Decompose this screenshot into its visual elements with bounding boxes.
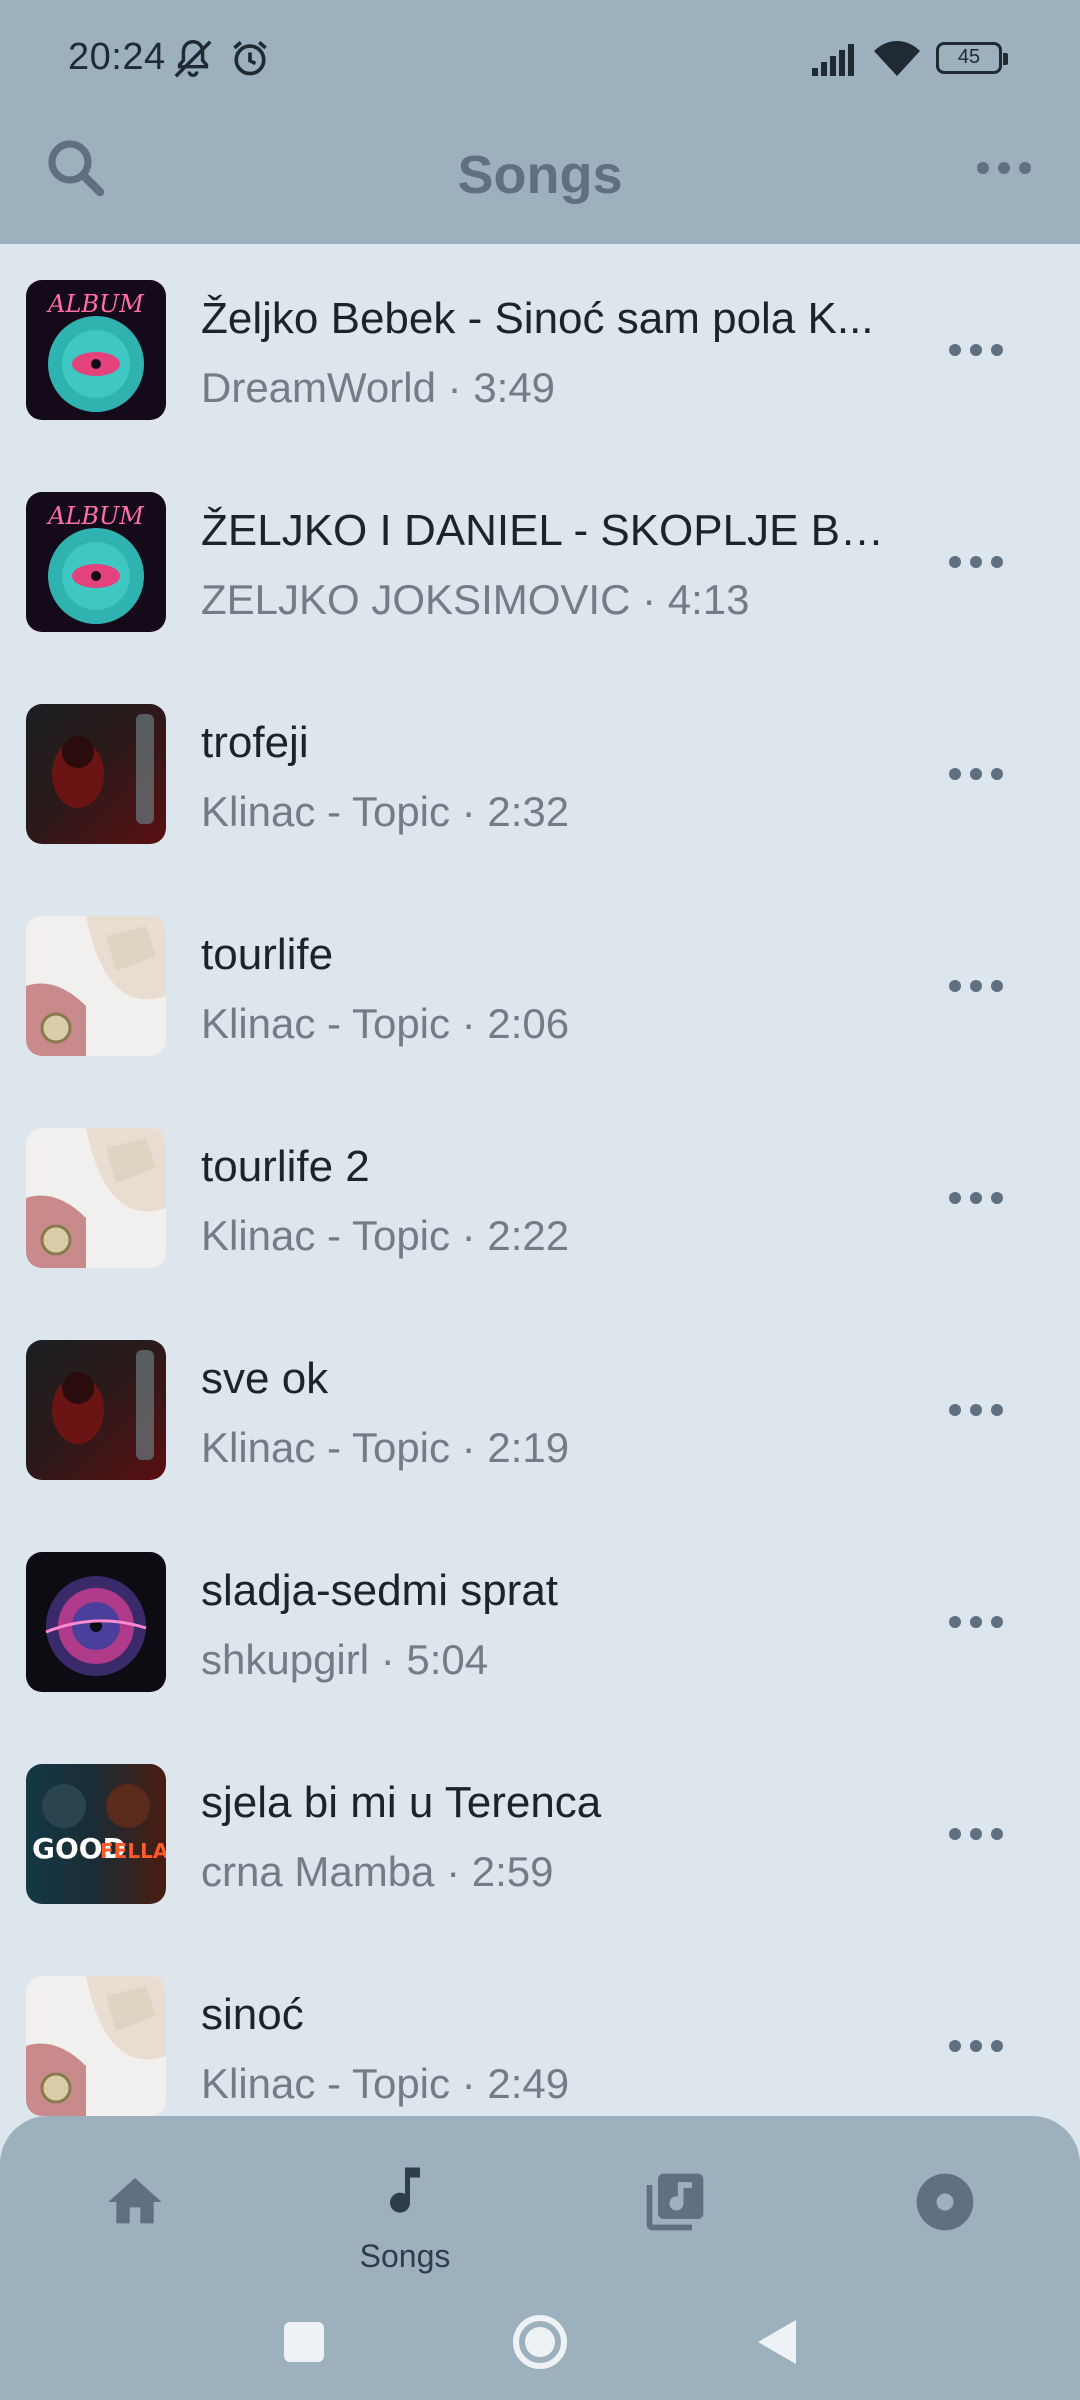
song-artist-duration: Klinac - Topic · 2:06 (201, 1000, 570, 1047)
song-title: ŽELJKO I DANIEL - SKOPLJE BE... (201, 506, 891, 555)
song-title: sinoć (201, 1990, 304, 2039)
song-row[interactable]: sinoć Klinac - Topic · 2:49 (0, 1940, 1080, 2116)
song-artist-duration: DreamWorld · 3:49 (201, 364, 556, 411)
song-row[interactable]: tourlife Klinac - Topic · 2:06 (0, 880, 1080, 1092)
song-more-icon[interactable] (940, 738, 1012, 810)
song-artist-duration: Klinac - Topic · 2:22 (201, 1212, 570, 1259)
muted-bell-icon (174, 40, 212, 78)
song-row[interactable]: tourlife 2 Klinac - Topic · 2:22 (0, 1092, 1080, 1304)
album-art-text: ALBUM (46, 290, 145, 318)
disc-icon (916, 2173, 974, 2231)
song-more-icon[interactable] (940, 950, 1012, 1022)
song-title: tourlife (201, 930, 334, 979)
more-options-icon[interactable] (968, 132, 1040, 204)
top-bar: 20:24 45 Songs (0, 0, 1080, 244)
album-art (26, 1340, 166, 1480)
album-art (26, 704, 166, 844)
song-row[interactable]: sladja-sedmi sprat shkupgirl · 5:04 (0, 1516, 1080, 1728)
battery-level: 45 (957, 46, 981, 68)
bottom-navigation: Songs (0, 2116, 1080, 2400)
album-art: ALBUM (26, 492, 166, 632)
album-art (26, 1552, 166, 1692)
app-bar: Songs (0, 116, 1080, 244)
nav-songs[interactable]: Songs (325, 2142, 485, 2292)
song-more-icon[interactable] (940, 1162, 1012, 1234)
song-row[interactable]: ALBUM ŽELJKO I DANIEL - SKOPLJE BE... ZE… (0, 456, 1080, 668)
battery-icon: 45 (936, 42, 1008, 74)
song-artist-duration: Klinac - Topic · 2:49 (201, 2060, 570, 2107)
song-more-icon[interactable] (940, 2010, 1012, 2082)
song-artist-duration: Klinac - Topic · 2:19 (201, 1424, 570, 1471)
album-art (26, 1128, 166, 1268)
wifi-icon (874, 41, 920, 76)
song-title: trofeji (201, 718, 309, 767)
album-library-icon (646, 2173, 704, 2231)
song-row[interactable]: GOOD FELLAS sjela bi mi u Terenca crna M… (0, 1728, 1080, 1940)
nav-home[interactable] (55, 2142, 215, 2292)
home-icon (108, 2178, 162, 2224)
album-art-text: ALBUM (46, 502, 145, 530)
song-row[interactable]: ALBUM Željko Bebek - Sinoć sam pola K...… (0, 244, 1080, 456)
nav-albums[interactable] (595, 2142, 755, 2292)
song-artist-duration: Klinac - Topic · 2:32 (201, 788, 570, 835)
song-artist-duration: crna Mamba · 2:59 (201, 1848, 554, 1895)
album-art: GOOD FELLAS (26, 1764, 166, 1904)
song-more-icon[interactable] (940, 526, 1012, 598)
song-more-icon[interactable] (940, 1374, 1012, 1446)
album-art (26, 916, 166, 1056)
nav-discover[interactable] (865, 2142, 1025, 2292)
song-row[interactable]: trofeji Klinac - Topic · 2:32 (0, 668, 1080, 880)
song-list[interactable]: ALBUM Željko Bebek - Sinoć sam pola K...… (0, 244, 1080, 2116)
song-title: sve ok (201, 1354, 329, 1403)
song-more-icon[interactable] (940, 1798, 1012, 1870)
status-time: 20:24 (68, 36, 166, 78)
recent-apps-icon[interactable] (254, 2292, 354, 2392)
system-home-icon[interactable] (490, 2292, 590, 2392)
nav-songs-label: Songs (359, 2238, 451, 2274)
alarm-icon (233, 41, 267, 76)
back-icon[interactable] (726, 2292, 826, 2392)
album-art (26, 1976, 166, 2116)
song-artist-duration: ZELJKO JOKSIMOVIC · 4:13 (201, 576, 750, 623)
song-title: sladja-sedmi sprat (201, 1566, 559, 1615)
song-title: sjela bi mi u Terenca (201, 1778, 602, 1827)
page-title: Songs (457, 145, 623, 205)
song-row[interactable]: sve ok Klinac - Topic · 2:19 (0, 1304, 1080, 1516)
songs-screen: 20:24 45 Songs ALBUM Željko Bebek - Sino… (0, 0, 1080, 2400)
song-title: tourlife 2 (201, 1142, 370, 1191)
album-art-text: FELLAS (100, 1839, 166, 1863)
album-art: ALBUM (26, 280, 166, 420)
song-artist-duration: shkupgirl · 5:04 (201, 1636, 489, 1683)
status-bar: 20:24 45 (0, 0, 1080, 116)
music-note-icon (390, 2167, 420, 2213)
song-more-icon[interactable] (940, 1586, 1012, 1658)
song-more-icon[interactable] (940, 314, 1012, 386)
signal-icon (812, 44, 854, 76)
song-title: Željko Bebek - Sinoć sam pola K... (201, 294, 874, 343)
